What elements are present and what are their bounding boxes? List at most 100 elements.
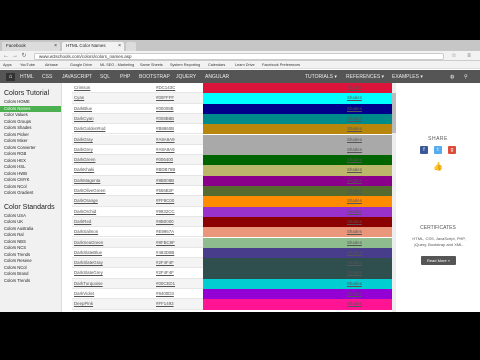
color-name-link[interactable]: DarkGray — [74, 137, 93, 142]
bookmark-item[interactable]: Apps — [3, 63, 12, 67]
sidebar-item[interactable]: Colors Trends — [0, 278, 61, 285]
shades-link[interactable]: Shades — [347, 301, 362, 306]
bookmark-item[interactable]: Facebook Preferences — [262, 63, 300, 67]
shades-link[interactable]: Shades — [347, 291, 362, 296]
color-name-link[interactable]: DarkOrchid — [74, 209, 96, 214]
color-hex-link[interactable]: #8FBC8F — [156, 240, 175, 245]
search-icon[interactable]: ⚲ — [464, 74, 468, 80]
home-icon[interactable]: ⌂ — [6, 72, 15, 81]
shades-link[interactable]: Shades — [347, 281, 362, 286]
url-input[interactable]: www.w3schools.com/colors/colors_names.as… — [34, 52, 444, 60]
forward-arrow-icon[interactable]: → — [11, 52, 19, 60]
color-name-link[interactable]: DarkMagenta — [74, 178, 100, 183]
bookmark-item[interactable]: Google Drive — [70, 63, 92, 67]
close-icon[interactable]: × — [118, 43, 121, 49]
bookmark-item[interactable]: YouTube — [20, 63, 35, 67]
shades-link[interactable]: Shades — [347, 116, 362, 121]
color-name-link[interactable]: DarkCyan — [74, 116, 94, 121]
shades-link[interactable]: Shades — [347, 198, 362, 203]
twitter-icon[interactable]: t — [434, 146, 442, 154]
color-hex-link[interactable]: #006400 — [156, 157, 173, 162]
scrollbar-thumb[interactable] — [392, 93, 396, 133]
color-name-link[interactable]: DarkSeaGreen — [74, 240, 103, 245]
color-name-link[interactable]: DarkOrange — [74, 198, 98, 203]
shades-link[interactable]: Shades — [347, 178, 362, 183]
color-hex-link[interactable]: #9400D3 — [156, 291, 174, 296]
bookmark-item[interactable]: Calendars — [208, 63, 225, 67]
scrollbar[interactable] — [392, 83, 396, 312]
globe-icon[interactable]: ◍ — [450, 74, 454, 80]
color-hex-link[interactable]: #DC143C — [156, 85, 175, 90]
shades-link[interactable]: Shades — [347, 126, 362, 131]
color-hex-link[interactable]: #00FFFF — [156, 95, 174, 100]
color-hex-link[interactable]: #E9967A — [156, 229, 174, 234]
nav-php[interactable]: PHP — [120, 74, 130, 80]
color-hex-link[interactable]: #8B0000 — [156, 219, 174, 224]
back-arrow-icon[interactable]: ← — [2, 52, 10, 60]
bookmark-item[interactable]: Learn Drive — [235, 63, 255, 67]
shades-link[interactable]: Shades — [347, 167, 362, 172]
color-name-link[interactable]: DarkBlue — [74, 106, 92, 111]
nav-examples[interactable]: EXAMPLES ▾ — [392, 74, 423, 80]
shades-link[interactable]: Shades — [347, 229, 362, 234]
nav-sql[interactable]: SQL — [100, 74, 110, 80]
color-hex-link[interactable]: #00008B — [156, 106, 174, 111]
nav-html[interactable]: HTML — [20, 74, 34, 80]
color-name-link[interactable]: DarkSlateGray — [74, 260, 103, 265]
bookmark-item[interactable]: ML SEO - Marketing — [100, 63, 134, 67]
color-hex-link[interactable]: #8B008B — [156, 178, 174, 183]
color-name-link[interactable]: DarkGreen — [74, 157, 95, 162]
browser-tab-facebook[interactable]: Facebook × — [2, 42, 60, 51]
color-name-link[interactable]: DarkKhaki — [74, 167, 94, 172]
shades-link[interactable]: Shades — [347, 137, 362, 142]
facebook-icon[interactable]: f — [420, 146, 428, 154]
color-hex-link[interactable]: #BDB76B — [156, 167, 175, 172]
star-icon[interactable]: ☆ — [450, 52, 458, 60]
nav-css[interactable]: CSS — [42, 74, 52, 80]
bookmark-item[interactable]: Airbase — [45, 63, 58, 67]
close-icon[interactable]: × — [54, 43, 57, 49]
browser-tab-color-names[interactable]: HTML Color Names × — [62, 42, 124, 51]
color-hex-link[interactable]: #483D8B — [156, 250, 174, 255]
nav-jquery[interactable]: JQUERY — [176, 74, 196, 80]
menu-icon[interactable]: ≡ — [465, 52, 473, 60]
shades-link[interactable]: Shades — [347, 188, 362, 193]
shades-link[interactable]: Shades — [347, 219, 362, 224]
google-plus-icon[interactable]: g — [448, 146, 456, 154]
shades-link[interactable]: Shades — [347, 270, 362, 275]
color-hex-link[interactable]: #B8860B — [156, 126, 174, 131]
color-name-link[interactable]: Crimson — [74, 85, 90, 90]
color-hex-link[interactable]: #00CED1 — [156, 281, 175, 286]
color-name-link[interactable]: DarkRed — [74, 219, 91, 224]
nav-javascript[interactable]: JAVASCRIPT — [62, 74, 92, 80]
shades-link[interactable]: Shades — [347, 260, 362, 265]
bookmark-item[interactable]: Same Sheets — [140, 63, 163, 67]
color-hex-link[interactable]: #008B8B — [156, 116, 174, 121]
color-hex-link[interactable]: #556B2F — [156, 188, 174, 193]
color-name-link[interactable]: DarkSlateBlue — [74, 250, 102, 255]
color-name-link[interactable]: DeepPink — [74, 301, 93, 306]
bookmark-item[interactable]: System Reporting — [170, 63, 200, 67]
thumbs-up-icon[interactable]: 👍 — [433, 162, 443, 172]
nav-angular[interactable]: ANGULAR — [205, 74, 229, 80]
nav-references[interactable]: REFERENCES ▾ — [346, 74, 384, 80]
color-hex-link[interactable]: #2F4F4F — [156, 260, 174, 265]
color-hex-link[interactable]: #FF8C00 — [156, 198, 174, 203]
color-hex-link[interactable]: #9932CC — [156, 209, 175, 214]
color-hex-link[interactable]: #A9A9A9 — [156, 147, 175, 152]
nav-tutorials[interactable]: TUTORIALS ▾ — [305, 74, 337, 80]
color-hex-link[interactable]: #A9A9A9 — [156, 137, 175, 142]
shades-link[interactable]: Shades — [347, 157, 362, 162]
color-name-link[interactable]: DarkOliveGreen — [74, 188, 105, 193]
shades-link[interactable]: Shades — [347, 95, 362, 100]
shades-link[interactable]: Shades — [347, 250, 362, 255]
color-name-link[interactable]: DarkGoldenRod — [74, 126, 105, 131]
color-name-link[interactable]: DarkViolet — [74, 291, 94, 296]
reload-icon[interactable]: ↻ — [20, 52, 28, 60]
shades-link[interactable]: Shades — [347, 106, 362, 111]
read-more-button[interactable]: Read More » — [421, 256, 456, 265]
color-name-link[interactable]: DarkSalmon — [74, 229, 98, 234]
shades-link[interactable]: Shades — [347, 85, 362, 90]
new-tab-button[interactable] — [126, 42, 136, 51]
shades-link[interactable]: Shades — [347, 147, 362, 152]
